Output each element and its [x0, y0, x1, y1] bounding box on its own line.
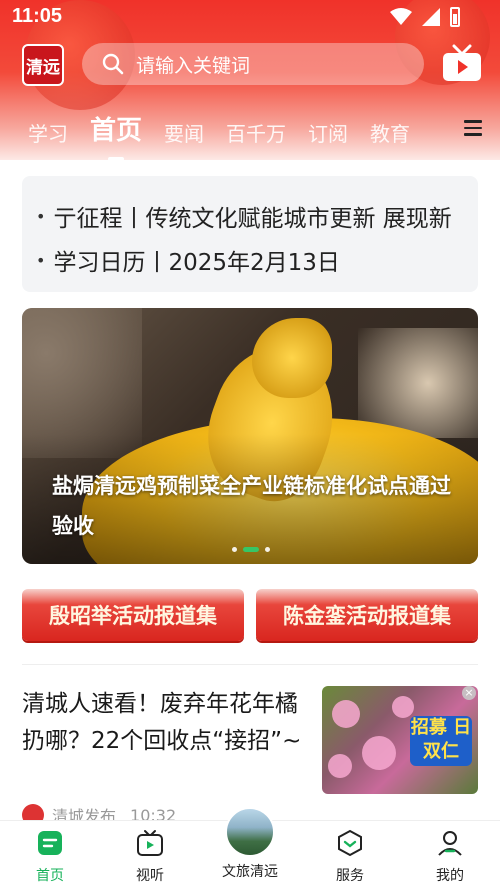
status-time: 11:05 — [12, 5, 63, 27]
ticker-item[interactable]: • 学习日历丨2025年2月13日 — [36, 238, 464, 282]
tabbar-service[interactable]: 服务 — [300, 821, 400, 888]
featured-banner[interactable]: 盐焗清远鸡预制菜全产业链标准化试点通过验收 — [22, 308, 478, 564]
tab-news[interactable]: 要闻 — [164, 118, 204, 147]
news-title[interactable]: 清城人速看！废弃年花年橘扔哪？22个回收点“接招”~ — [22, 686, 312, 760]
header: 11:05 清远 请输入关键词 学习 首页 要闻 百千万 订阅 教育 — [0, 0, 500, 160]
wifi-icon — [390, 8, 412, 25]
headline-ticker[interactable]: • 亍征程丨传统文化赋能城市更新 展现新 • 学习日历丨2025年2月13日 — [22, 176, 478, 292]
status-icons — [390, 7, 460, 27]
tabbar-me[interactable]: 我的 — [400, 821, 500, 888]
app-logo[interactable]: 清远 — [22, 44, 64, 86]
bullet-icon: • — [36, 206, 46, 226]
tabbar-video[interactable]: 视听 — [100, 821, 200, 888]
special-report-button[interactable]: 陈金銮活动报道集 — [256, 589, 478, 641]
news-thumbnail[interactable]: 招募 日双仁 × — [322, 686, 478, 794]
carousel-dot — [232, 547, 237, 552]
search-placeholder: 请输入关键词 — [136, 54, 251, 77]
tab-study[interactable]: 学习 — [28, 118, 68, 147]
tab-education[interactable]: 教育 — [370, 118, 410, 147]
bottom-tabbar: 首页 视听 文旅清远 服务 我的 — [0, 807, 500, 888]
home-icon — [38, 831, 62, 855]
tab-home[interactable]: 首页 — [90, 110, 142, 147]
tabbar-culture[interactable]: 文旅清远 — [200, 807, 300, 888]
carousel-indicator — [232, 547, 270, 552]
video-icon — [137, 830, 163, 856]
service-icon — [338, 829, 362, 857]
carousel-dot — [265, 547, 270, 552]
banner-title: 盐焗清远鸡预制菜全产业链标准化试点通过验收 — [52, 474, 451, 538]
menu-icon[interactable] — [464, 120, 482, 136]
battery-icon — [450, 7, 460, 27]
channel-tabs: 学习 首页 要闻 百千万 订阅 教育 — [28, 110, 432, 147]
tab-baiqianwan[interactable]: 百千万 — [226, 118, 286, 147]
divider — [22, 664, 478, 665]
search-icon — [102, 53, 124, 75]
special-report-button[interactable]: 殷昭举活动报道集 — [22, 589, 244, 641]
thumb-badge: 招募 日双仁 — [410, 716, 472, 766]
tab-subscribe[interactable]: 订阅 — [308, 118, 348, 147]
user-icon — [438, 831, 462, 856]
bullet-icon: • — [36, 250, 46, 270]
culture-avatar — [225, 807, 275, 857]
status-bar: 11:05 — [0, 0, 500, 34]
signal-icon — [422, 8, 440, 26]
tv-icon[interactable] — [442, 44, 482, 82]
close-icon[interactable]: × — [462, 686, 476, 700]
tabbar-home[interactable]: 首页 — [0, 821, 100, 888]
ticker-item[interactable]: • 亍征程丨传统文化赋能城市更新 展现新 — [36, 194, 464, 238]
carousel-dot-active — [243, 547, 259, 552]
search-input[interactable]: 请输入关键词 — [82, 43, 424, 85]
